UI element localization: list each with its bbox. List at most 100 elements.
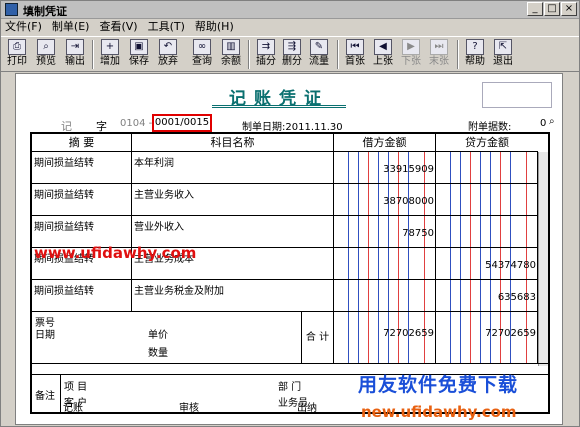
voucher-code: 0104 - xyxy=(120,118,153,129)
printer-icon: ⎙ xyxy=(8,39,26,55)
last-button[interactable]: ⏭ 末张 xyxy=(427,38,451,71)
toolbar: ⎙ 打印 ⌕ 预览 ⇥ 输出 + 增加 ▣ 保存 ↶ 放弃 ∞ 查询 ▥ 余额 ⇉ 插分 ⇶ 删分 … xyxy=(1,36,579,72)
row-debit: 78750 xyxy=(402,228,434,239)
next-button[interactable]: ▶ 下张 xyxy=(399,38,423,71)
remarks-label: 备注 xyxy=(35,391,55,402)
date-label: 日期 xyxy=(35,330,55,341)
help-icon: ? xyxy=(466,39,484,55)
row-summary[interactable]: 期间损益结转 xyxy=(32,280,132,311)
header-account: 科目名称 xyxy=(132,134,334,152)
row-debit: 38708000 xyxy=(383,196,434,207)
row-debit-cell[interactable] xyxy=(334,248,436,279)
bar-chart-icon: ▥ xyxy=(222,39,240,55)
voucher-number[interactable]: 0001/0015 xyxy=(152,114,212,132)
project-label: 项 目 xyxy=(64,382,88,393)
undo-icon: ↶ xyxy=(159,39,177,55)
new-document-icon: + xyxy=(101,39,119,55)
watermark-brand: 用友软件免费下载 xyxy=(358,374,519,396)
flow-button[interactable]: ✎ 流量 xyxy=(307,38,331,71)
voucher-window: 填制凭证 _ □ × 文件(F) 制单(E) 查看(V) 工具(T) 帮助(H)… xyxy=(0,0,580,427)
totals-row: 票号 日期 单价 数量 合 计 72702659 72702659 xyxy=(32,312,548,364)
row-account[interactable]: 主营业务收入 xyxy=(132,184,334,215)
pen-icon: ✎ xyxy=(310,39,328,55)
cashier-label: 出纳 xyxy=(297,403,317,414)
table-row[interactable]: 期间损益结转 本年利润 33915909 xyxy=(32,152,548,184)
balance-button[interactable]: ▥ 余额 xyxy=(219,38,243,71)
row-credit-cell[interactable] xyxy=(436,184,538,215)
bookkeeper-label: 记账 xyxy=(63,403,83,414)
row-credit: 635683 xyxy=(497,292,536,303)
toolbar-separator xyxy=(248,40,250,69)
row-debit: 33915909 xyxy=(383,164,434,175)
header-summary: 摘 要 xyxy=(32,134,132,152)
minimize-button[interactable]: _ xyxy=(527,2,543,16)
last-page-icon: ⏭ xyxy=(430,39,448,55)
menu-file[interactable]: 文件(F) xyxy=(5,19,42,35)
exit-icon: ⇱ xyxy=(494,39,512,55)
menu-help[interactable]: 帮助(H) xyxy=(195,19,234,35)
row-credit-cell[interactable] xyxy=(436,216,538,247)
preview-button[interactable]: ⌕ 预览 xyxy=(34,38,58,71)
first-page-icon: ⏮ xyxy=(346,39,364,55)
window-title: 填制凭证 xyxy=(23,5,67,18)
row-debit-cell[interactable] xyxy=(334,280,436,311)
insert-entry-button[interactable]: ⇉ 插分 xyxy=(254,38,278,71)
table-row[interactable]: 期间损益结转 主营业务税金及附加 635683 xyxy=(32,280,548,312)
review-label: 审核 xyxy=(179,403,199,414)
delete-row-icon: ⇶ xyxy=(283,39,301,55)
quantity-label: 数量 xyxy=(148,348,168,359)
row-account[interactable]: 本年利润 xyxy=(132,152,334,183)
insert-row-icon: ⇉ xyxy=(257,39,275,55)
prev-page-icon: ◀ xyxy=(374,39,392,55)
header-debit: 借方金额 xyxy=(334,134,436,152)
add-button[interactable]: + 增加 xyxy=(98,38,122,71)
row-account[interactable]: 主营业务税金及附加 xyxy=(132,280,334,311)
save-button[interactable]: ▣ 保存 xyxy=(127,38,151,71)
floppy-icon: ▣ xyxy=(130,39,148,55)
help-button[interactable]: ? 帮助 xyxy=(463,38,487,71)
attachment-label: 附单据数: xyxy=(468,122,512,133)
row-account[interactable]: 营业外收入 xyxy=(132,216,334,247)
query-button[interactable]: ∞ 查询 xyxy=(190,38,214,71)
magnifier-icon: ⌕ xyxy=(37,39,55,55)
delete-entry-button[interactable]: ⇶ 删分 xyxy=(280,38,304,71)
watermark-site: www.ufidawhy.com xyxy=(34,244,197,262)
search-icon[interactable]: ⌕ xyxy=(549,116,561,128)
maximize-button[interactable]: □ xyxy=(544,2,560,16)
next-page-icon: ▶ xyxy=(402,39,420,55)
menu-bar: 文件(F) 制单(E) 查看(V) 工具(T) 帮助(H) xyxy=(1,19,579,35)
watermark-site-2: new.ufidawhy.com xyxy=(361,403,517,421)
menu-tools[interactable]: 工具(T) xyxy=(148,19,185,35)
attachment-count[interactable]: 0 xyxy=(540,118,546,129)
first-button[interactable]: ⏮ 首张 xyxy=(343,38,367,71)
export-icon: ⇥ xyxy=(66,39,84,55)
row-credit: 54374780 xyxy=(485,260,536,271)
exit-button[interactable]: ⇱ 退出 xyxy=(491,38,515,71)
voucher-date[interactable]: 制单日期:2011.11.30 xyxy=(242,118,343,133)
app-icon xyxy=(5,3,18,16)
row-summary[interactable]: 期间损益结转 xyxy=(32,152,132,183)
export-button[interactable]: ⇥ 输出 xyxy=(63,38,87,71)
print-button[interactable]: ⎙ 打印 xyxy=(5,38,29,71)
header-credit: 贷方金额 xyxy=(436,134,538,152)
voucher-extra-field[interactable] xyxy=(482,82,552,108)
discard-button[interactable]: ↶ 放弃 xyxy=(156,38,180,71)
voucher-document: 记账凭证 记 字 0104 - 0001/0015 制单日期:2011.11.3… xyxy=(15,73,563,425)
total-label: 合 计 xyxy=(302,312,334,363)
total-credit: 72702659 xyxy=(485,328,536,339)
row-credit-cell[interactable] xyxy=(436,152,538,183)
toolbar-separator xyxy=(337,40,339,69)
menu-voucher[interactable]: 制单(E) xyxy=(52,19,90,35)
unit-price-label: 单价 xyxy=(148,330,168,341)
table-row[interactable]: 期间损益结转 主营业务收入 38708000 xyxy=(32,184,548,216)
toolbar-separator xyxy=(457,40,459,69)
voucher-title: 记账凭证 xyxy=(212,84,346,109)
toolbar-separator xyxy=(92,40,94,69)
remarks-divider xyxy=(60,375,61,414)
row-summary[interactable]: 期间损益结转 xyxy=(32,216,132,247)
row-summary[interactable]: 期间损益结转 xyxy=(32,184,132,215)
prev-button[interactable]: ◀ 上张 xyxy=(371,38,395,71)
close-button[interactable]: × xyxy=(561,2,577,16)
menu-view[interactable]: 查看(V) xyxy=(99,19,137,35)
binoculars-icon: ∞ xyxy=(193,39,211,55)
